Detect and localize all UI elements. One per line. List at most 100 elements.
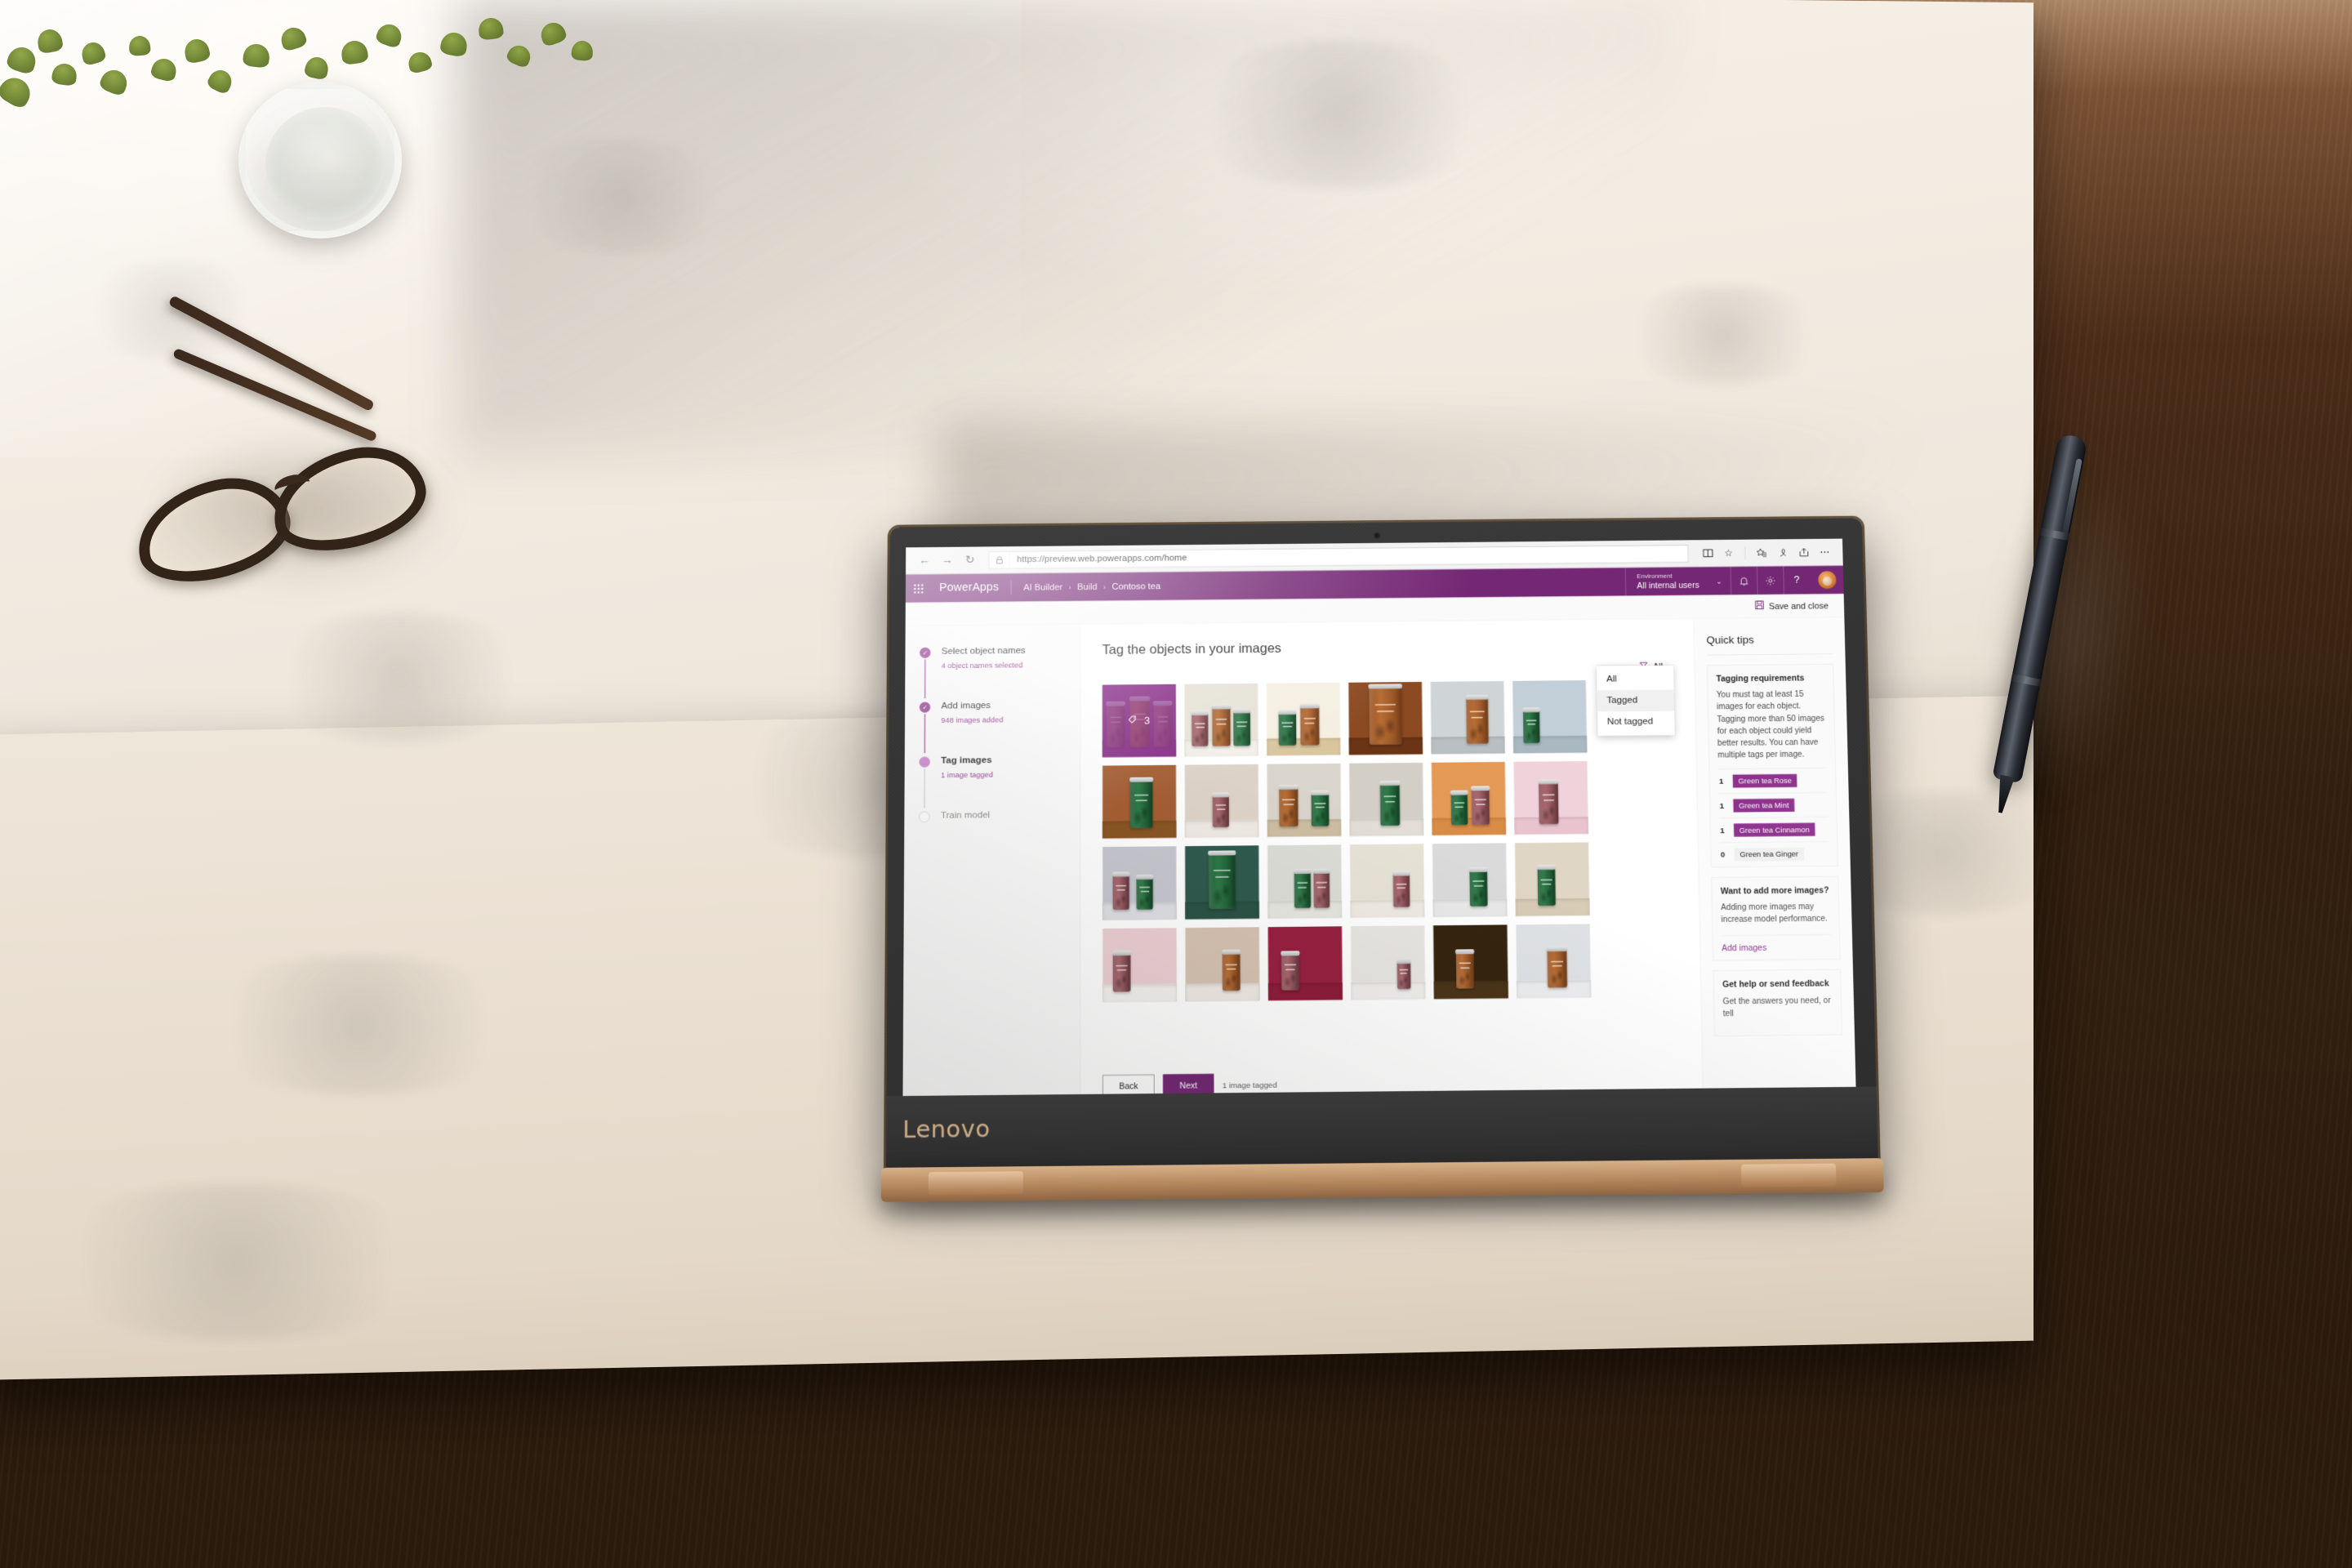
check-icon: ✓ xyxy=(920,647,931,658)
sidebar-step-train-model[interactable]: Train model xyxy=(919,808,1080,865)
filter-option-all[interactable]: All xyxy=(1597,668,1674,690)
tea-can-label-text xyxy=(1236,721,1247,723)
web-notes-icon[interactable] xyxy=(1773,543,1793,562)
sidebar-step-tag-images[interactable]: Tag images 1 image tagged xyxy=(919,754,1080,810)
breadcrumb-item-build[interactable]: Build xyxy=(1077,581,1098,591)
sidebar-step-add-images[interactable]: ✓ Add images 948 images added xyxy=(919,699,1080,755)
gallery-tile[interactable] xyxy=(1513,760,1589,835)
gallery-tile[interactable] xyxy=(1185,927,1260,1002)
object-tag-row[interactable]: 1 Green tea Rose xyxy=(1717,767,1828,793)
gallery-tile[interactable] xyxy=(1267,926,1343,1001)
gallery-tile[interactable] xyxy=(1267,763,1342,837)
tea-can-lid xyxy=(1281,951,1300,956)
tea-can-label-text xyxy=(1225,964,1237,965)
save-and-close-button[interactable]: Save and close xyxy=(1755,599,1829,612)
tea-can-lid xyxy=(1538,779,1559,785)
tea-can-product xyxy=(1468,866,1488,906)
gallery-tile[interactable] xyxy=(1267,844,1343,919)
tea-can-product xyxy=(1471,786,1490,826)
tea-can-label-text xyxy=(1215,718,1227,720)
gallery-tile[interactable] xyxy=(1102,764,1177,839)
tea-can-label-text xyxy=(1399,969,1408,971)
avatar[interactable] xyxy=(1818,571,1837,590)
tea-can-product xyxy=(1277,709,1297,746)
tea-can-label-text xyxy=(1116,884,1127,887)
back-button[interactable]: Back xyxy=(1102,1074,1155,1095)
book-icon[interactable] xyxy=(1698,544,1717,563)
gallery-tile[interactable] xyxy=(1348,681,1423,755)
tea-can-label-text xyxy=(1476,803,1486,805)
more-icon[interactable]: ⋯ xyxy=(1815,542,1834,561)
tea-can-product xyxy=(1111,871,1130,911)
breadcrumb-item-contoso-tea[interactable]: Contoso tea xyxy=(1111,581,1160,592)
tea-can-label-text xyxy=(1544,800,1554,801)
gallery-tile[interactable] xyxy=(1184,764,1259,838)
brand-title[interactable]: PowerApps xyxy=(939,581,999,595)
gallery-tile[interactable] xyxy=(1516,924,1592,999)
gallery-tile[interactable] xyxy=(1184,845,1259,920)
eyeglasses-lens xyxy=(262,434,435,564)
notifications-icon[interactable] xyxy=(1730,566,1757,595)
object-tag-pill[interactable]: Green tea Ginger xyxy=(1734,847,1804,862)
back-arrow-icon[interactable]: ← xyxy=(914,550,934,571)
favorites-add-icon[interactable] xyxy=(1752,543,1771,562)
tea-can-label-text xyxy=(1470,710,1485,713)
object-tag-row[interactable]: 0 Green tea Ginger xyxy=(1719,840,1829,867)
filter-dropdown-menu[interactable]: All Tagged Not tagged xyxy=(1596,665,1676,737)
tea-can-lid xyxy=(1312,868,1330,874)
tea-can-product xyxy=(1278,784,1299,827)
tea-can-label-text xyxy=(1216,808,1226,810)
gallery-tile[interactable] xyxy=(1102,846,1177,920)
refresh-icon[interactable]: ↻ xyxy=(960,550,980,570)
object-tag-pill[interactable]: Green tea Cinnamon xyxy=(1733,822,1815,837)
gallery-tile[interactable] xyxy=(1350,925,1426,1000)
gallery-tile[interactable] xyxy=(1432,843,1508,917)
help-icon[interactable]: ? xyxy=(1783,566,1811,595)
environment-selector[interactable]: Environment All internal users ⌄ xyxy=(1625,566,1731,596)
add-images-link[interactable]: Add images xyxy=(1721,934,1832,960)
lock-icon xyxy=(989,551,1010,568)
object-tag-row[interactable]: 1 Green tea Cinnamon xyxy=(1718,816,1829,843)
tea-can-label-text xyxy=(1472,880,1485,882)
gallery-tile[interactable] xyxy=(1102,928,1178,1003)
tea-can-label-text xyxy=(1541,883,1552,885)
breadcrumb-item-ai-builder[interactable]: AI Builder xyxy=(1023,582,1062,593)
gallery-tile[interactable] xyxy=(1432,924,1508,1000)
tea-can-product xyxy=(1208,850,1236,909)
share-icon[interactable] xyxy=(1794,543,1814,562)
next-button[interactable]: Next xyxy=(1163,1074,1214,1095)
filter-option-not-tagged[interactable]: Not tagged xyxy=(1597,711,1675,733)
card-heading: Tagging requirements xyxy=(1716,672,1805,684)
gallery-tile[interactable] xyxy=(1349,844,1425,918)
star-icon[interactable]: ☆ xyxy=(1719,543,1739,562)
tea-can-label-text xyxy=(1298,886,1307,889)
tea-can-product xyxy=(1211,704,1231,746)
tile-tag-count: 3 xyxy=(1144,715,1151,727)
forward-arrow-icon[interactable]: → xyxy=(937,550,957,571)
tea-can-product xyxy=(1379,781,1401,826)
tea-can-label-text xyxy=(1194,723,1205,724)
sidebar-step-select-object-names[interactable]: ✓ Select object names 4 object names sel… xyxy=(920,645,1080,702)
object-tag-pill[interactable]: Green tea Mint xyxy=(1733,798,1795,813)
filter-option-tagged[interactable]: Tagged xyxy=(1597,689,1675,712)
environment-value: All internal users xyxy=(1637,580,1699,590)
tea-can-label-text xyxy=(1140,890,1149,893)
object-tag-row[interactable]: 1 Green tea Mint xyxy=(1718,791,1829,817)
gallery-tile[interactable] xyxy=(1348,762,1424,836)
object-tag-pill[interactable]: Green tea Rose xyxy=(1732,773,1797,788)
address-bar[interactable]: https://preview.web.powerapps.com/home xyxy=(988,544,1689,569)
gallery-tile[interactable] xyxy=(1430,680,1505,755)
tea-can-product xyxy=(1135,875,1154,910)
gallery-tile[interactable] xyxy=(1512,680,1588,754)
gallery-tile[interactable] xyxy=(1266,682,1341,756)
settings-icon[interactable] xyxy=(1756,566,1784,595)
gallery-tile[interactable] xyxy=(1431,761,1507,835)
gallery-tile[interactable] xyxy=(1514,842,1590,916)
tea-can-label-text xyxy=(1526,719,1537,721)
app-launcher-icon[interactable] xyxy=(914,584,926,594)
tea-can-label-text xyxy=(1459,962,1471,964)
gallery-tile[interactable] xyxy=(1184,683,1258,757)
tea-can-lid xyxy=(1396,958,1411,964)
page-title: Tag the objects in your images xyxy=(1102,640,1282,657)
gallery-tile-selected[interactable]: 3 xyxy=(1102,684,1177,758)
